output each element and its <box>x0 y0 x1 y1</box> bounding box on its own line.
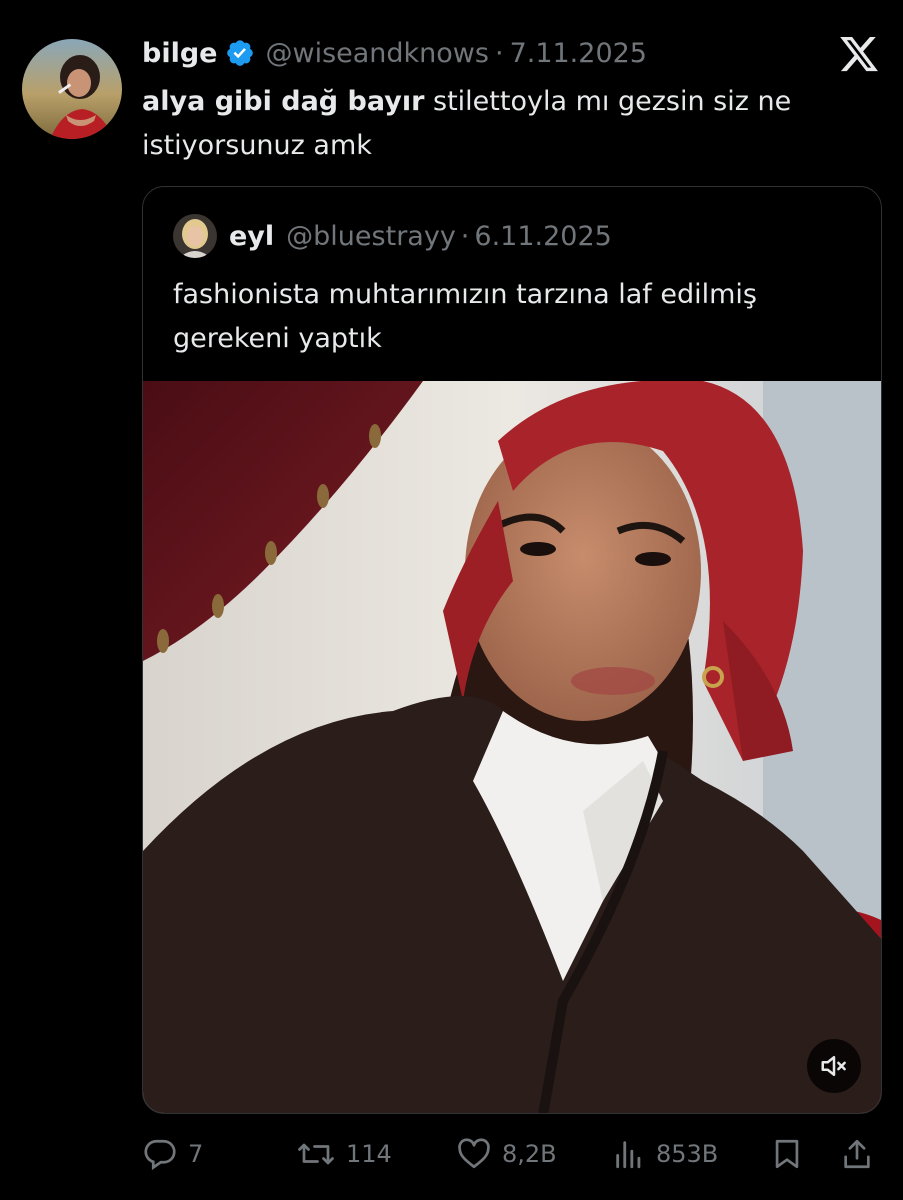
action-bar: 7 114 8,2B 853B <box>142 1130 882 1178</box>
quoted-tweet-date: 6.11.2025 <box>474 220 612 252</box>
separator-dot: · <box>494 37 504 69</box>
quoted-video[interactable] <box>143 381 881 1113</box>
tweet-date[interactable]: 7.11.2025 <box>510 38 647 69</box>
bookmark-button[interactable] <box>770 1130 804 1178</box>
view-count: 853B <box>656 1140 719 1168</box>
quoted-separator-dot: · <box>460 220 470 252</box>
verified-badge-icon <box>225 38 255 68</box>
heart-icon <box>456 1136 492 1172</box>
bookmark-icon <box>770 1136 804 1172</box>
x-logo <box>838 33 880 75</box>
tweet-text-bold: alya gibi dağ bayır <box>142 86 425 117</box>
quoted-author-avatar <box>173 214 217 258</box>
tweet-text: alya gibi dağ bayır stilettoyla mı gezsi… <box>142 80 862 168</box>
repost-button[interactable]: 114 <box>296 1130 392 1178</box>
views-button[interactable]: 853B <box>612 1130 718 1178</box>
quoted-author-handle: @bluestrayy <box>286 220 456 252</box>
views-icon <box>612 1136 646 1172</box>
tweet: bilge @wiseandknows · 7.11.2025 alya gib… <box>0 0 903 1200</box>
video-frame <box>143 381 881 1113</box>
quoted-tweet-header: eyl @bluestrayy · 6.11.2025 <box>173 213 612 259</box>
author-name[interactable]: bilge <box>142 38 217 69</box>
repost-icon <box>296 1136 336 1172</box>
share-icon <box>840 1136 874 1172</box>
reply-count: 7 <box>188 1140 204 1168</box>
like-button[interactable]: 8,2B <box>456 1130 557 1178</box>
reply-button[interactable]: 7 <box>142 1130 203 1178</box>
author-handle[interactable]: @wiseandknows <box>265 38 488 69</box>
author-avatar[interactable] <box>22 39 122 139</box>
tweet-header: bilge @wiseandknows · 7.11.2025 <box>142 33 647 73</box>
muted-speaker-icon <box>819 1051 849 1081</box>
quoted-tweet[interactable]: eyl @bluestrayy · 6.11.2025 fashionista … <box>142 186 882 1114</box>
reply-icon <box>142 1136 178 1172</box>
share-button[interactable] <box>840 1130 874 1178</box>
repost-count: 114 <box>346 1140 392 1168</box>
quoted-author-name: eyl <box>229 220 275 252</box>
quoted-tweet-text: fashionista muhtarımızın tarzına laf edi… <box>173 279 757 354</box>
like-count: 8,2B <box>502 1140 557 1168</box>
mute-toggle-button[interactable] <box>807 1039 861 1093</box>
